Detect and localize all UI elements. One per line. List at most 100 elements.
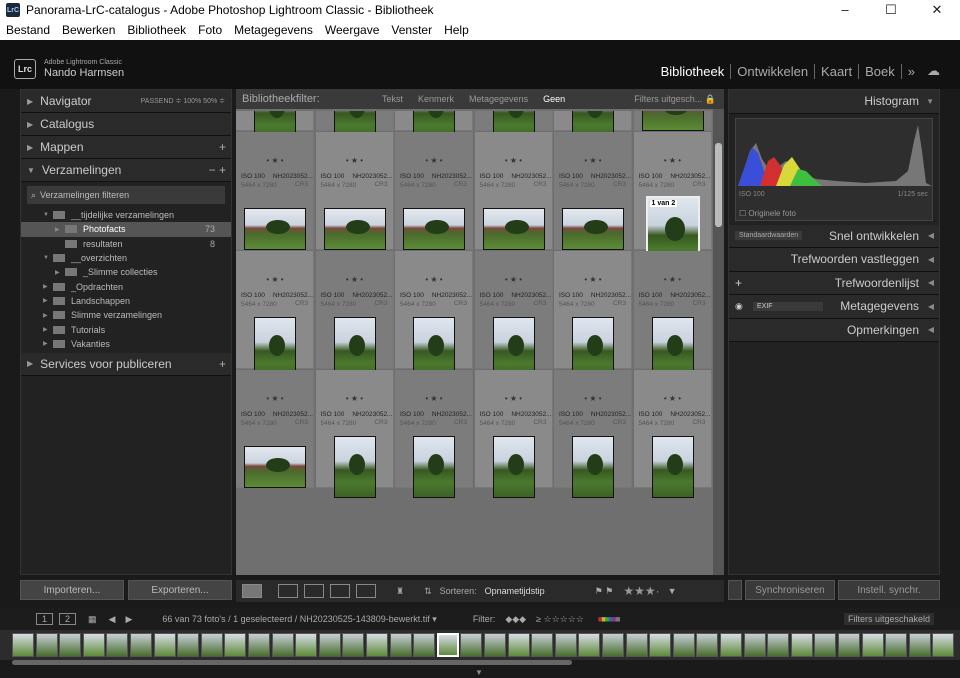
top-panel-toggle[interactable]: [0, 40, 960, 49]
back-icon[interactable]: ◀: [109, 614, 116, 625]
filmstrip-thumb[interactable]: [59, 633, 82, 657]
close-icon[interactable]: ✕: [914, 0, 960, 20]
filmstrip-thumb[interactable]: [696, 633, 719, 657]
people-view-icon[interactable]: [356, 584, 376, 598]
grid-cell[interactable]: • ★ •ISO 100NH2023052...5464 x 7280CR3: [395, 132, 473, 250]
filmstrip-thumb[interactable]: [342, 633, 365, 657]
module-kaart[interactable]: Kaart: [814, 63, 858, 79]
rating-stars[interactable]: • ★ •: [634, 275, 712, 284]
mappen-header[interactable]: ▶ Mappen +: [21, 136, 231, 159]
grid-cell[interactable]: • ★ •ISO 100NH2023052...5464 x 7280CR3: [315, 132, 394, 250]
filter-geen[interactable]: Geen: [543, 94, 565, 104]
list-item[interactable]: ▶ Landschappen: [21, 294, 231, 308]
photo-thumbnail[interactable]: [641, 111, 704, 131]
filmstrip-thumb[interactable]: [484, 633, 506, 657]
grid-cell[interactable]: • ★ •ISO 100NH2023052...5464 x 7280CR3: [236, 132, 314, 250]
filmstrip-thumb[interactable]: [389, 633, 412, 657]
grid-view-icon[interactable]: [242, 584, 262, 598]
filmstrip-thumb[interactable]: [767, 633, 790, 657]
export-button[interactable]: Exporteren...: [128, 580, 232, 600]
color-filter[interactable]: ■■■■■■: [598, 614, 621, 624]
filmstrip-thumb[interactable]: [838, 633, 860, 657]
rating-stars[interactable]: • ★ •: [634, 394, 712, 403]
stack-badge[interactable]: 1 van 2: [649, 200, 678, 207]
filmstrip-thumb[interactable]: [720, 633, 742, 657]
grid-cell[interactable]: • ★ •ISO 100NH2023052...5464 x 7280CR3: [395, 251, 473, 379]
filmstrip-thumb[interactable]: [507, 633, 530, 657]
photo-thumbnail[interactable]: [413, 436, 455, 498]
filmstrip-scrollbar[interactable]: [12, 660, 572, 665]
import-button[interactable]: Importeren...: [20, 580, 124, 600]
sync-toggle[interactable]: [728, 580, 742, 600]
monitor-2-icon[interactable]: 2: [59, 613, 77, 625]
add-icon[interactable]: +: [219, 357, 226, 371]
menu-venster[interactable]: Venster: [391, 23, 432, 37]
filmstrip-thumb[interactable]: [861, 633, 884, 657]
menu-bestand[interactable]: Bestand: [6, 23, 50, 37]
filmstrip-thumb[interactable]: [932, 633, 955, 657]
navigator-header[interactable]: ▶ Navigator PASSEND ≑ 100% 50% ≑: [21, 90, 231, 113]
keywording-header[interactable]: Trefwoorden vastleggen ◀: [729, 248, 939, 272]
filter-kenmerk[interactable]: Kenmerk: [418, 94, 454, 104]
scroll-thumb[interactable]: [715, 143, 722, 227]
filmstrip-thumb[interactable]: [743, 633, 766, 657]
grid-cell[interactable]: • ★ •ISO 100NH2023052...5464 x 7280CR3: [474, 251, 553, 379]
rating-stars[interactable]: • ★ •: [316, 275, 394, 284]
filmstrip-thumb[interactable]: [271, 633, 294, 657]
flag-icon[interactable]: ⚑ ⚑: [595, 586, 614, 597]
star-filter-icon[interactable]: ≥ ☆☆☆☆☆: [536, 614, 584, 625]
sync-settings-button[interactable]: Instell. synchr.: [838, 580, 940, 600]
list-item[interactable]: resultaten 8: [21, 237, 231, 251]
catalogus-header[interactable]: ▶ Catalogus: [21, 113, 231, 136]
filmstrip-thumb[interactable]: [82, 633, 105, 657]
grid-cell[interactable]: • ★ •ISO 100NH2023052...5464 x 7280CR3: [236, 251, 314, 379]
filter-metagegevens[interactable]: Metagegevens: [469, 94, 528, 104]
grid-cell[interactable]: • ★ •ISO 100NH2023052...5464 x 7280CR3: [554, 251, 632, 379]
filter-preset[interactable]: Filters uitgesch... 🔒: [634, 94, 716, 105]
cloud-icon[interactable]: ☁: [921, 63, 946, 79]
grid-cell[interactable]: • ★ •ISO 100NH2023052...5464 x 7280CR3: [315, 370, 394, 498]
rating-stars[interactable]: • ★ •: [395, 275, 473, 284]
grid-cell[interactable]: • ★ •ISO 100NH2023052...5464 x 7280CR3: [633, 111, 712, 131]
filmstrip-thumb[interactable]: [602, 633, 624, 657]
eye-icon[interactable]: ◉: [735, 301, 743, 312]
filmstrip-thumb[interactable]: [908, 633, 931, 657]
rating-stars[interactable]: ★★★·: [623, 584, 659, 598]
photo-thumbnail[interactable]: [572, 436, 614, 498]
grid-cell[interactable]: • ★ •ISO 100NH2023052...5464 x 7280CR3: [474, 132, 553, 250]
photo-thumbnail[interactable]: [244, 446, 306, 488]
module-ontwikkelen[interactable]: Ontwikkelen: [730, 63, 814, 79]
navigator-zoom[interactable]: PASSEND ≑ 100% 50% ≑: [141, 97, 225, 105]
filmstrip-thumb[interactable]: [248, 633, 270, 657]
add-icon[interactable]: − +: [209, 163, 226, 177]
rating-stars[interactable]: • ★ •: [395, 394, 473, 403]
collection-filter[interactable]: ⌕ Verzamelingen filteren: [27, 186, 225, 204]
flag-filter-icon[interactable]: ◆◆◆: [505, 614, 526, 625]
monitor-1-icon[interactable]: 1: [36, 613, 54, 625]
filmstrip-thumb[interactable]: [460, 633, 483, 657]
filmstrip-thumb[interactable]: [35, 633, 58, 657]
rating-stars[interactable]: • ★ •: [236, 394, 314, 403]
photo-thumbnail[interactable]: [492, 436, 535, 498]
filmstrip-thumb[interactable]: [177, 633, 200, 657]
filter-tekst[interactable]: Tekst: [382, 94, 403, 104]
rating-stars[interactable]: • ★ •: [475, 275, 553, 284]
survey-view-icon[interactable]: [330, 584, 350, 598]
filmstrip-thumb[interactable]: [12, 633, 34, 657]
grid-cell[interactable]: • ★ •ISO 100NH2023052...5464 x 7280CR3: [554, 370, 632, 498]
rating-stars[interactable]: • ★ •: [634, 156, 712, 165]
original-photo-checkbox[interactable]: ☐ Originele foto: [739, 209, 796, 218]
filmstrip-thumb[interactable]: [366, 633, 388, 657]
menu-bibliotheek[interactable]: Bibliotheek: [127, 23, 186, 37]
add-icon[interactable]: +: [219, 140, 226, 154]
filmstrip-thumb[interactable]: [625, 633, 648, 657]
filmstrip-thumb[interactable]: [295, 633, 318, 657]
publish-header[interactable]: ▶ Services voor publiceren +: [21, 352, 231, 376]
grid-cell[interactable]: • ★ •ISO 100NH2023052...5464 x 7280CR3: [236, 111, 314, 141]
filmstrip-info[interactable]: 66 van 73 foto's / 1 geselecteerd / NH20…: [162, 614, 436, 625]
rating-stars[interactable]: • ★ •: [554, 156, 632, 165]
grid-cell[interactable]: • ★ •ISO 100NH2023052...5464 x 7280CR3: [633, 370, 712, 498]
filmstrip-thumb[interactable]: [885, 633, 908, 657]
list-item[interactable]: ▼ __overzichten: [21, 251, 231, 265]
grid-cell[interactable]: • ★ •ISO 100NH2023052...5464 x 7280CR3: [395, 370, 473, 498]
